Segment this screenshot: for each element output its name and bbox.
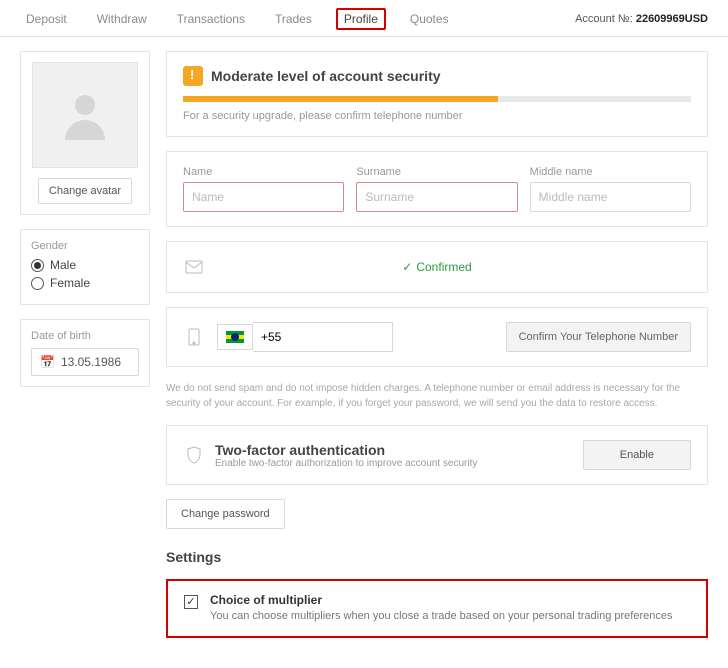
settings-heading: Settings <box>166 549 708 565</box>
tab-trades[interactable]: Trades <box>269 8 318 30</box>
tab-withdraw[interactable]: Withdraw <box>91 8 153 30</box>
multiplier-sub: You can choose multipliers when you clos… <box>210 609 673 624</box>
multiplier-checkbox[interactable] <box>184 595 198 609</box>
email-panel: ✓ Confirmed <box>166 241 708 293</box>
change-password-button[interactable]: Change password <box>166 499 285 529</box>
confirm-phone-button[interactable]: Confirm Your Telephone Number <box>506 322 691 352</box>
tab-deposit[interactable]: Deposit <box>20 8 73 30</box>
change-avatar-button[interactable]: Change avatar <box>38 178 132 204</box>
calendar-icon: 📅 <box>40 355 55 369</box>
avatar-placeholder <box>32 62 138 168</box>
radio-unchecked-icon <box>31 277 44 290</box>
phone-input[interactable] <box>253 322 393 352</box>
security-progress <box>183 96 691 102</box>
top-tabs: Deposit Withdraw Transactions Trades Pro… <box>20 8 455 30</box>
check-icon: ✓ <box>402 260 412 274</box>
name-panel: Name Surname Middle name <box>166 151 708 227</box>
dob-box: Date of birth 📅 13.05.1986 <box>20 319 150 387</box>
twofa-title: Two-factor authentication <box>215 442 477 458</box>
twofa-panel: Two-factor authentication Enable two-fac… <box>166 425 708 485</box>
security-title: Moderate level of account security <box>211 68 441 84</box>
security-panel: Moderate level of account security For a… <box>166 51 708 137</box>
avatar-box: Change avatar <box>20 51 150 215</box>
email-icon <box>183 256 205 278</box>
multiplier-title: Choice of multiplier <box>210 593 673 607</box>
spam-note: We do not send spam and do not impose hi… <box>166 381 708 411</box>
gender-box: Gender Male Female <box>20 229 150 305</box>
flag-brazil-icon <box>226 331 244 343</box>
dob-input[interactable]: 📅 13.05.1986 <box>31 348 139 376</box>
country-flag-select[interactable] <box>217 324 253 350</box>
dob-label: Date of birth <box>31 330 139 342</box>
security-note: For a security upgrade, please confirm t… <box>183 110 691 122</box>
gender-female-option[interactable]: Female <box>31 276 139 290</box>
name-label: Name <box>183 166 344 178</box>
phone-panel: Confirm Your Telephone Number <box>166 307 708 367</box>
phone-icon <box>183 326 205 348</box>
account-number: Account №: 22609969USD <box>575 13 708 25</box>
tab-quotes[interactable]: Quotes <box>404 8 455 30</box>
middle-input[interactable] <box>530 182 691 212</box>
tab-transactions[interactable]: Transactions <box>171 8 251 30</box>
radio-checked-icon <box>31 259 44 272</box>
email-confirmed: ✓ Confirmed <box>402 260 471 274</box>
name-input[interactable] <box>183 182 344 212</box>
twofa-enable-button[interactable]: Enable <box>583 440 691 470</box>
multiplier-setting: Choice of multiplier You can choose mult… <box>166 579 708 638</box>
warning-icon <box>183 66 203 86</box>
surname-input[interactable] <box>356 182 517 212</box>
twofa-sub: Enable two-factor authorization to impro… <box>215 458 477 469</box>
surname-label: Surname <box>356 166 517 178</box>
gender-label: Gender <box>31 240 139 252</box>
shield-icon <box>183 444 205 466</box>
tab-profile[interactable]: Profile <box>336 8 386 30</box>
user-icon <box>55 85 115 145</box>
middle-label: Middle name <box>530 166 691 178</box>
gender-male-option[interactable]: Male <box>31 258 139 272</box>
